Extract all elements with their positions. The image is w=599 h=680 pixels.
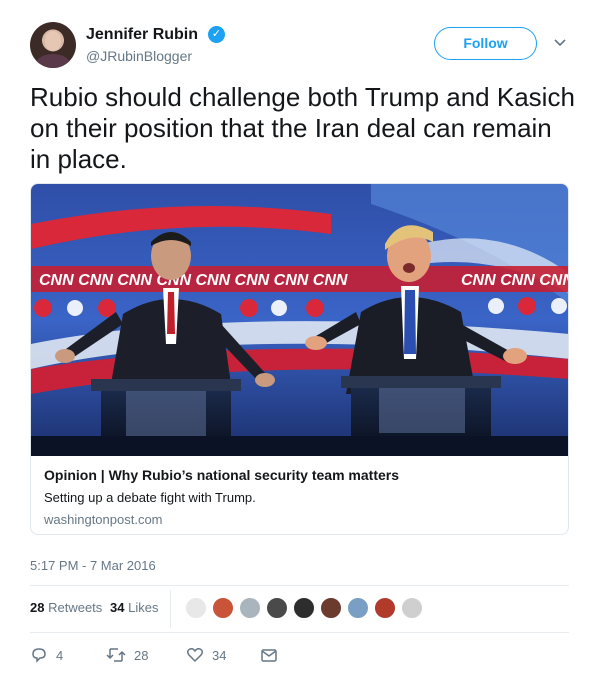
heart-icon: [186, 648, 204, 663]
retweets-stat[interactable]: 28 Retweets: [30, 600, 102, 615]
envelope-icon: [261, 649, 277, 662]
likes-stat[interactable]: 34 Likes: [110, 600, 158, 615]
likes-label: Likes: [128, 600, 159, 615]
likes-count: 34: [110, 600, 125, 615]
like-count: 34: [212, 647, 227, 663]
divider: [30, 585, 569, 586]
tweet-text: Rubio should challenge both Trump and Ka…: [30, 82, 575, 174]
chevron-down-icon[interactable]: [553, 36, 567, 50]
verified-badge-icon: ✓: [208, 26, 225, 43]
tweet-timestamp[interactable]: 5:17 PM - 7 Mar 2016: [30, 558, 156, 573]
card-domain: washingtonpost.com: [44, 512, 163, 527]
liker-avatar[interactable]: [184, 596, 208, 620]
direct-message-button[interactable]: [260, 645, 278, 665]
link-card[interactable]: CNN CNN CNN CNN CNN CNN CNN CNN CNN CNN …: [30, 183, 569, 535]
liker-avatar[interactable]: [238, 596, 262, 620]
card-image: CNN CNN CNN CNN CNN CNN CNN CNN CNN CNN …: [31, 184, 569, 456]
tweet-card: Jennifer Rubin ✓ @JRubinBlogger Follow R…: [0, 0, 599, 680]
liker-avatar[interactable]: [373, 596, 397, 620]
retweet-button[interactable]: 28: [106, 645, 148, 665]
retweet-count: 28: [134, 647, 149, 663]
divider: [30, 632, 569, 633]
card-description: Setting up a debate fight with Trump.: [44, 490, 256, 505]
cnn-banner-left: CNN CNN CNN CNN CNN CNN CNN CNN: [39, 272, 348, 289]
liker-avatar[interactable]: [211, 596, 235, 620]
liker-avatar[interactable]: [319, 596, 343, 620]
like-button[interactable]: 34: [186, 645, 226, 665]
reply-button[interactable]: 4: [30, 645, 63, 665]
retweet-icon: [106, 648, 126, 662]
liker-avatar[interactable]: [292, 596, 316, 620]
cnn-banner-right: CNN CNN CNN: [461, 272, 569, 289]
author-handle[interactable]: @JRubinBlogger: [86, 48, 192, 64]
card-title[interactable]: Opinion | Why Rubio’s national security …: [44, 467, 399, 483]
retweets-label: Retweets: [48, 600, 103, 615]
author-avatar[interactable]: [30, 22, 76, 68]
divider: [170, 590, 171, 628]
reply-count: 4: [56, 647, 64, 663]
reply-icon: [32, 648, 46, 663]
liker-avatar[interactable]: [400, 596, 424, 620]
liker-avatar[interactable]: [265, 596, 289, 620]
liker-avatar[interactable]: [346, 596, 370, 620]
retweets-count: 28: [30, 600, 45, 615]
follow-button[interactable]: Follow: [434, 27, 537, 60]
author-name[interactable]: Jennifer Rubin: [86, 26, 198, 44]
